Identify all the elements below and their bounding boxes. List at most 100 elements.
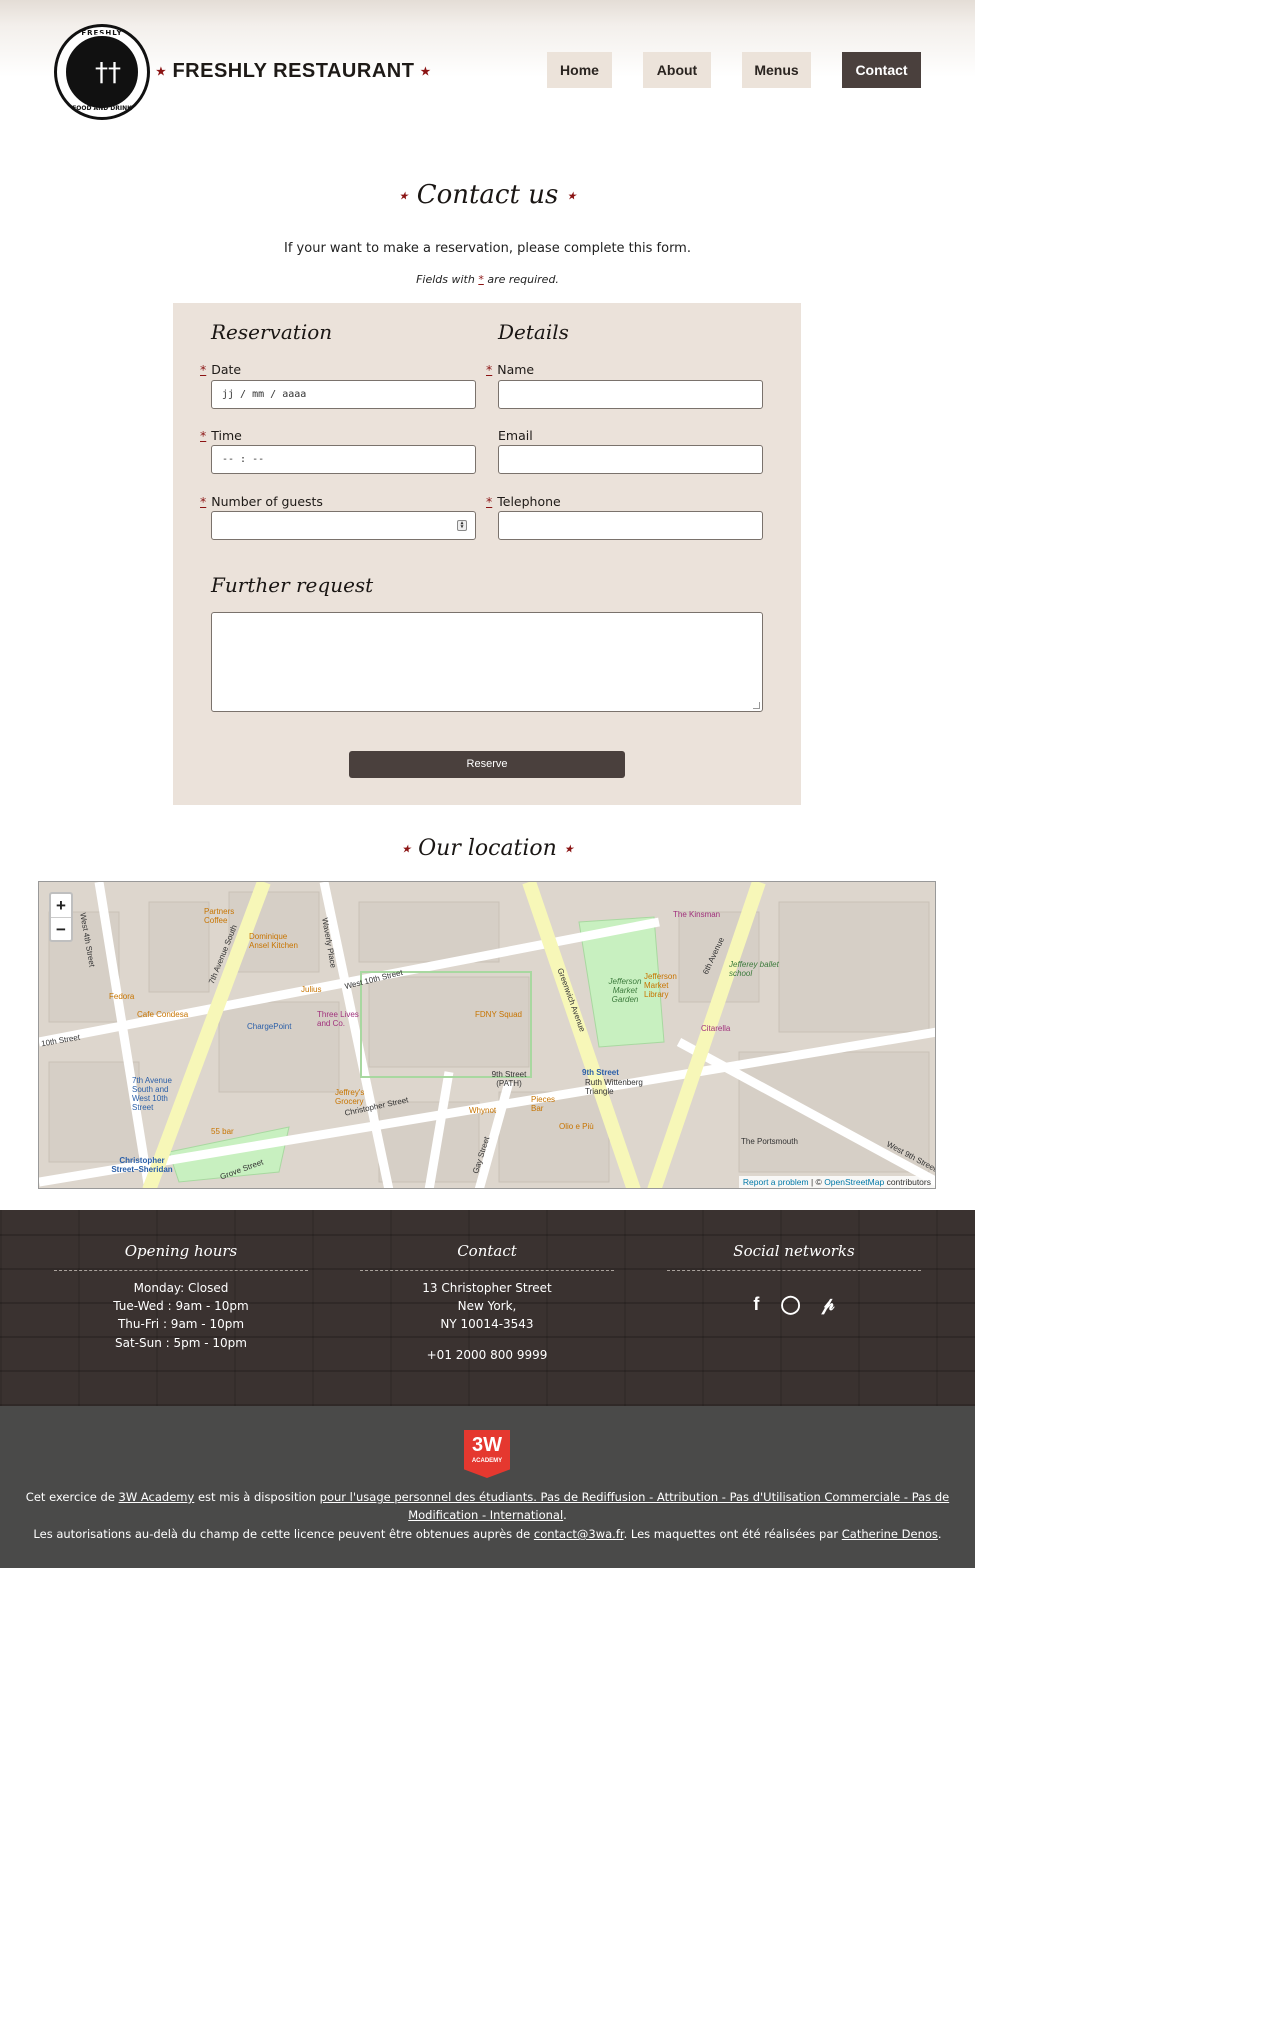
telephone-label-text: Telephone [497, 494, 561, 509]
required-star: * [200, 494, 207, 509]
name-label-text: Name [497, 362, 535, 377]
cutlery-icon: †† [95, 58, 121, 88]
map-label-fedora: Fedora [109, 992, 135, 1001]
reserve-button[interactable]: Reserve [349, 751, 625, 778]
map-label-ruth-wittenberg: Ruth Wittenberg Triangle [585, 1078, 643, 1096]
opening-hours-title: Opening hours [124, 1242, 238, 1260]
facebook-icon[interactable]: f [753, 1294, 759, 1315]
pinterest-icon[interactable]: 𝓅 [822, 1294, 835, 1315]
required-star: * [486, 494, 493, 509]
map-label-jefferson-library: Jefferson Market Library [644, 972, 677, 999]
map-label-citarella: Citarella [701, 1024, 731, 1033]
map-label-jefferey-ballet: Jefferey ballet school [729, 960, 779, 978]
date-label: * Date [200, 362, 241, 377]
address-line: 13 Christopher Street [422, 1281, 552, 1295]
restaurant-logo[interactable]: FRESHLY †† FOOD AND DRINK [54, 24, 150, 120]
permissions-text: Les autorisations au-delà du champ de ce… [20, 1525, 955, 1543]
license-text-part: Cet exercice de [25, 1490, 119, 1504]
map-label-kinsman: The Kinsman [673, 910, 721, 919]
required-star: * [200, 428, 207, 443]
map-label-whynot: Whynot [469, 1106, 497, 1115]
map-label-7th-ave-west-10th: 7th Avenue South and West 10th Street [132, 1076, 172, 1112]
details-title: Details [498, 320, 569, 344]
time-label-text: Time [211, 428, 242, 443]
3w-academy-logo[interactable]: 3W ACADEMY [464, 1430, 510, 1478]
permissions-text-part: . [937, 1527, 942, 1541]
date-input[interactable]: jj / mm / aaaa [211, 380, 476, 409]
social-icons: f ◯ 𝓅 [667, 1294, 921, 1315]
brand-text: FRESHLY RESTAURANT [172, 60, 415, 82]
name-input[interactable] [498, 380, 763, 409]
logo-bottom-text: FOOD AND DRINK [72, 105, 132, 112]
map-label-fdny: FDNY Squad [475, 1010, 522, 1019]
star-icon: ★ [566, 189, 577, 203]
map-label-9th-path: 9th Street (PATH) [491, 1070, 527, 1088]
telephone-input[interactable] [498, 511, 763, 540]
footer-contact-title: Contact [457, 1242, 517, 1260]
permissions-text-part: . Les maquettes ont été réalisées par [623, 1527, 842, 1541]
number-spinner[interactable]: ▲ ▼ [457, 520, 467, 531]
required-note-prefix: Fields with [416, 273, 475, 286]
attribution-contributors: contributors [886, 1177, 931, 1187]
hours-line: Monday: Closed [133, 1281, 229, 1295]
permissions-text-part: Les autorisations au-delà du champ de ce… [33, 1527, 534, 1541]
hours-line: Thu-Fri : 9am - 10pm [117, 1317, 245, 1331]
map-zoom-control: + − [49, 892, 73, 942]
license-text: Cet exercice de 3W Academy est mis à dis… [20, 1488, 955, 1524]
date-label-text: Date [211, 362, 242, 377]
license-text-part: est mis à disposition [194, 1490, 320, 1504]
map-label-portsmouth: The Portsmouth [741, 1137, 798, 1146]
brand-name[interactable]: ★ FRESHLY RESTAURANT ★ [156, 60, 431, 83]
map-label-olio: Olio e Più [559, 1122, 594, 1131]
location-heading: ★ Our location ★ [0, 836, 975, 861]
address-line: New York, [457, 1299, 517, 1313]
star-icon: ★ [420, 66, 431, 79]
badge-top: 3W [472, 1434, 502, 1456]
nav-about[interactable]: About [643, 52, 711, 88]
location-map[interactable]: West 4th Street 7th Avenue South Waverly… [38, 881, 936, 1189]
location-title: Our location [418, 836, 557, 861]
report-problem-link[interactable]: Report a problem [743, 1177, 809, 1187]
nav-home[interactable]: Home [547, 52, 612, 88]
nav-contact[interactable]: Contact [842, 52, 921, 88]
address-line: NY 10014-3543 [440, 1317, 534, 1331]
osm-link[interactable]: OpenStreetMap [824, 1177, 884, 1187]
map-label-three-lives: Three Lives and Co. [317, 1010, 359, 1028]
email-input[interactable] [498, 445, 763, 474]
nav-menus[interactable]: Menus [742, 52, 811, 88]
email-label: Email [498, 428, 533, 443]
site-header: FRESHLY †† FOOD AND DRINK ★ FRESHLY REST… [0, 0, 975, 140]
map-attribution: Report a problem | © OpenStreetMap contr… [738, 1176, 935, 1188]
map-label-9th-street: 9th Street [582, 1068, 619, 1077]
site-footer: Opening hours Monday: Closed Tue-Wed : 9… [0, 1210, 975, 1406]
designer-link[interactable]: Catherine Denos [842, 1527, 938, 1541]
guests-input[interactable]: ▲ ▼ [211, 511, 476, 540]
resize-grip-icon[interactable] [753, 702, 760, 709]
3w-academy-link[interactable]: 3W Academy [119, 1490, 195, 1504]
time-input[interactable]: -- : -- [211, 445, 476, 474]
phone-number[interactable]: +01 2000 800 9999 [360, 1348, 614, 1362]
contact-title: Contact us [416, 180, 559, 210]
required-star: * [200, 362, 207, 377]
required-star: * [478, 273, 484, 286]
hours-line: Tue-Wed : 9am - 10pm [113, 1299, 249, 1313]
map-label-pieces-bar: Pieces Bar [531, 1095, 556, 1113]
zoom-out-button[interactable]: − [51, 917, 71, 940]
star-icon: ★ [401, 842, 412, 856]
license-text-part: . [563, 1508, 567, 1522]
name-label: * Name [486, 362, 534, 377]
map-label-julius: Julius [301, 985, 322, 994]
legal-bar: 3W ACADEMY Cet exercice de 3W Academy es… [0, 1406, 975, 1568]
star-icon: ★ [398, 189, 409, 203]
attribution-sep: | © [810, 1177, 822, 1187]
guests-label-text: Number of guests [211, 494, 323, 509]
license-link[interactable]: pour l'usage personnel des étudiants. Pa… [320, 1490, 950, 1522]
guests-label: * Number of guests [200, 494, 323, 509]
further-request-textarea[interactable] [211, 612, 763, 712]
map-label-christopher-sheridan: Christopher Street–Sheridan [111, 1156, 173, 1174]
contact-email-link[interactable]: contact@3wa.fr [534, 1527, 624, 1541]
instagram-icon[interactable]: ◯ [781, 1294, 801, 1315]
zoom-in-button[interactable]: + [51, 894, 71, 917]
star-icon: ★ [156, 66, 167, 79]
reservation-form: Reservation Details * Date jj / mm / aaaa… [173, 303, 801, 805]
